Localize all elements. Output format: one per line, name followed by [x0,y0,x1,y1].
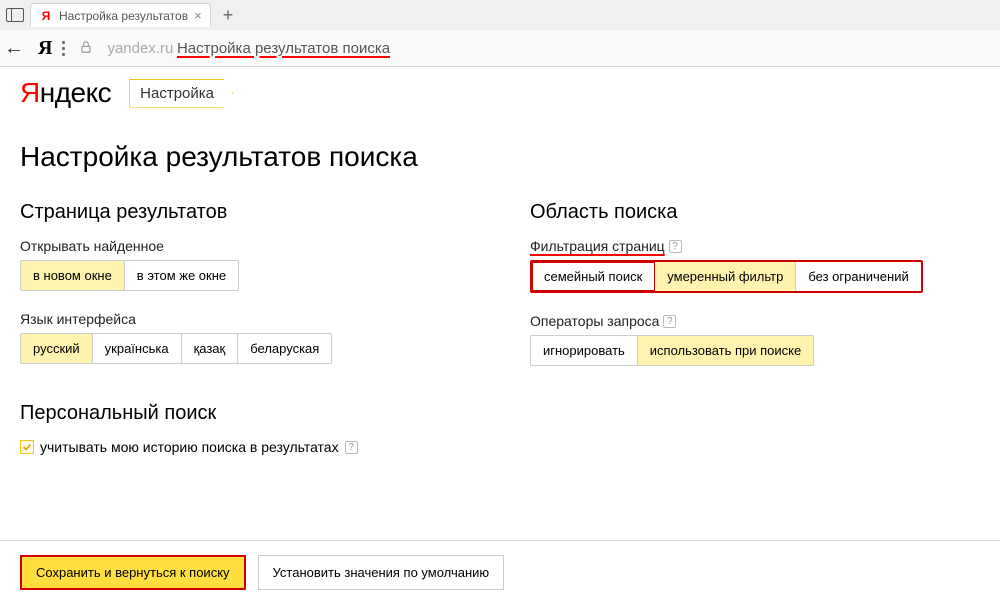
page-content: Яндекс Настройка Настройка результатов п… [0,67,1000,471]
lang-be-option[interactable]: беларуская [238,334,331,363]
tab-strip: Я Настройка результатов × + [0,0,1000,30]
page-header: Яндекс Настройка [20,77,980,109]
operators-label: Операторы запроса ? [530,313,923,329]
filter-moderate-option[interactable]: умеренный фильтр [655,262,796,291]
page-title: Настройка результатов поиска [20,141,980,173]
help-icon[interactable]: ? [663,315,676,328]
filter-label: Фильтрация страниц ? [530,238,923,254]
left-column: Страница результатов Открывать найденное… [20,201,470,471]
menu-icon[interactable] [62,41,65,56]
help-icon[interactable]: ? [669,240,682,253]
lang-ru-option[interactable]: русский [21,334,93,363]
lang-kk-option[interactable]: қазақ [182,334,239,363]
results-section-title: Страница результатов [20,201,470,224]
filter-none-option[interactable]: без ограничений [796,262,920,291]
lang-uk-option[interactable]: українська [93,334,182,363]
sidebar-toggle-icon[interactable] [6,8,24,22]
settings-tag: Настройка [129,79,233,108]
personal-section-title: Персональный поиск [20,402,470,425]
open-found-options: в новом окне в этом же окне [20,260,239,291]
ops-ignore-option[interactable]: игнорировать [531,336,638,365]
url-path: Настройка результатов поиска [177,40,390,57]
ops-use-option[interactable]: использовать при поиске [638,336,813,365]
browser-tab[interactable]: Я Настройка результатов × [30,3,211,27]
lang-label: Язык интерфейса [20,311,470,327]
lock-icon [79,40,93,57]
open-new-window-option[interactable]: в новом окне [21,261,125,290]
back-button[interactable]: ← [4,37,24,60]
scope-section-title: Область поиска [530,201,923,224]
open-found-label: Открывать найденное [20,238,470,254]
browser-chrome: Я Настройка результатов × + ← Я yandex.r… [0,0,1000,67]
url-host: yandex.ru [107,40,173,57]
url-display[interactable]: yandex.ru Настройка результатов поиска [107,40,390,57]
lang-options: русский українська қазақ беларуская [20,333,332,364]
new-tab-button[interactable]: + [217,5,240,26]
right-column: Область поиска Фильтрация страниц ? семе… [530,201,923,471]
save-button[interactable]: Сохранить и вернуться к поиску [20,555,246,590]
yandex-home-icon[interactable]: Я [38,37,52,60]
yandex-logo[interactable]: Яндекс [20,77,111,109]
address-bar: ← Я yandex.ru Настройка результатов поис… [0,30,1000,66]
open-same-window-option[interactable]: в этом же окне [125,261,238,290]
history-checkbox-row[interactable]: учитывать мою историю поиска в результат… [20,439,470,455]
operators-options: игнорировать использовать при поиске [530,335,814,366]
filter-options: семейный поиск умеренный фильтр без огра… [530,260,923,293]
tab-title: Настройка результатов [59,9,188,23]
help-icon[interactable]: ? [345,441,358,454]
reset-button[interactable]: Установить значения по умолчанию [258,555,505,590]
close-tab-icon[interactable]: × [194,8,202,23]
favicon-yandex-icon: Я [39,9,53,23]
footer-actions: Сохранить и вернуться к поиску Установит… [0,540,1000,604]
filter-family-option[interactable]: семейный поиск [532,262,655,291]
history-checkbox-label: учитывать мою историю поиска в результат… [40,439,339,455]
history-checkbox[interactable] [20,440,34,454]
